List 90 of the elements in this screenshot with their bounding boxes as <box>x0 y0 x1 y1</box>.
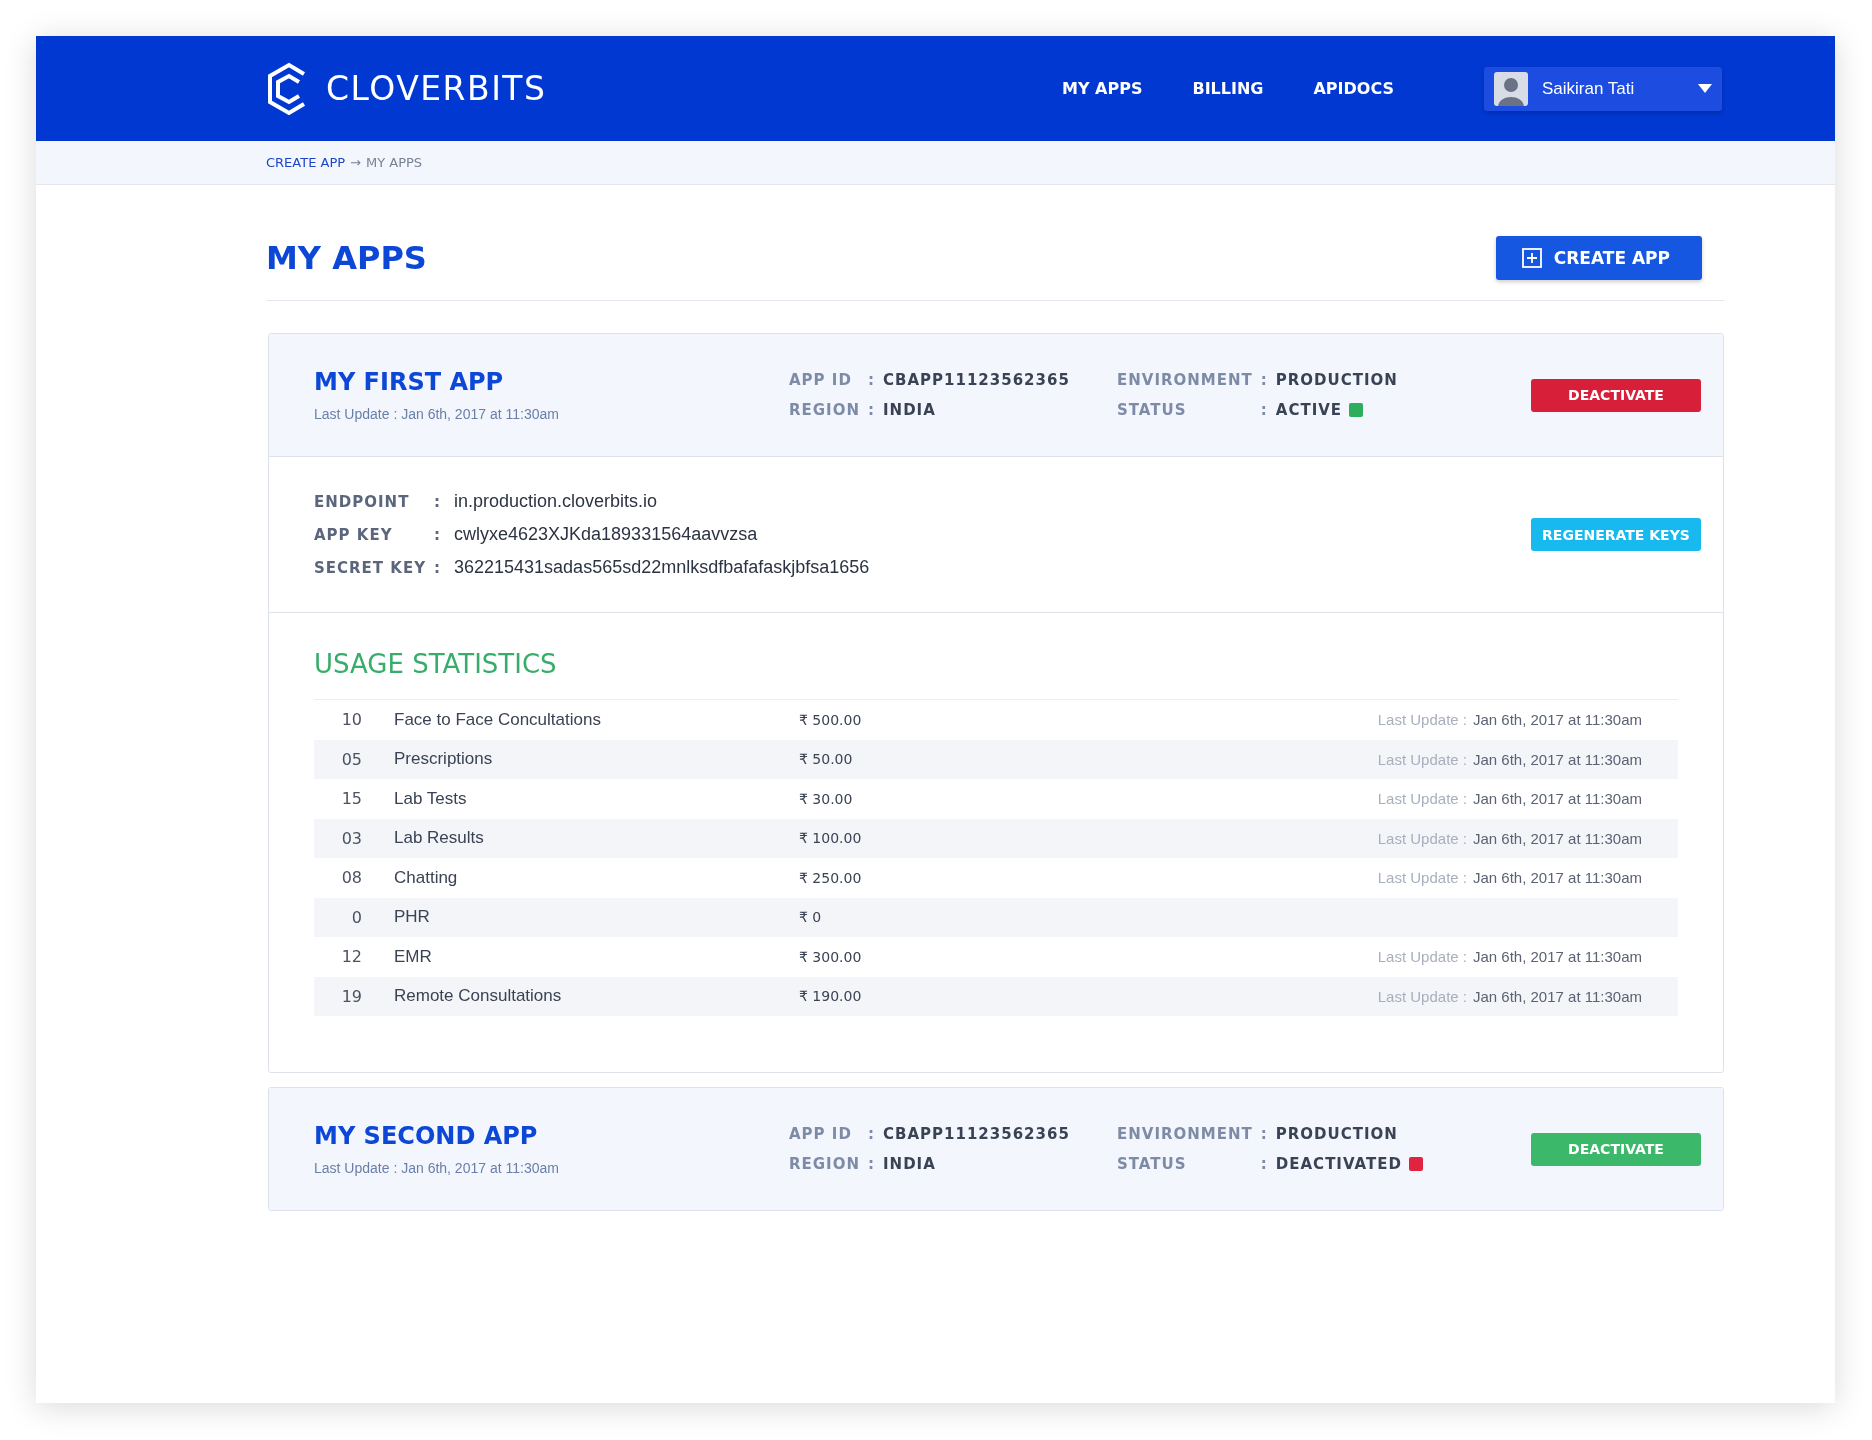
update-date: Jan 6th, 2017 at 11:30am <box>1473 750 1642 768</box>
usage-name: Lab Results <box>394 828 485 849</box>
meta-separator: : <box>1260 1155 1268 1173</box>
usage-name: EMR <box>394 946 433 967</box>
last-update-text: Last Update : Jan 6th, 2017 at 11:30am <box>314 1160 560 1176</box>
plus-icon <box>1521 247 1542 268</box>
user-dropdown[interactable]: Saikiran Tati <box>1484 66 1722 111</box>
usage-count: 0 <box>350 907 362 927</box>
update-label: Last Update : <box>1377 948 1467 966</box>
breadcrumb-link[interactable]: CREATE APP <box>266 155 346 170</box>
breadcrumb-text: → <box>350 155 361 170</box>
usage-count: 08 <box>340 868 362 888</box>
update-label: Last Update : <box>1377 869 1467 887</box>
usage-count: 03 <box>340 828 362 848</box>
meta-separator: : <box>868 1155 875 1173</box>
usage-amount: ₹ 250.00 <box>799 869 863 886</box>
usage-count: 15 <box>340 789 362 809</box>
update-date: Jan 6th, 2017 at 11:30am <box>1473 829 1642 847</box>
usage-name: PHR <box>394 907 431 928</box>
key-separator: : <box>434 492 442 511</box>
meta-separator: : <box>1260 371 1268 389</box>
nav-link[interactable]: BILLING <box>1192 79 1264 98</box>
meta-value: CBAPP11123562365 <box>883 1125 1070 1143</box>
meta-label: APP ID <box>789 371 853 389</box>
update-label: Last Update : <box>1377 829 1467 847</box>
update-date: Jan 6th, 2017 at 11:30am <box>1473 790 1642 808</box>
update-date: Jan 6th, 2017 at 11:30am <box>1473 869 1642 887</box>
usage-count: 10 <box>340 710 362 730</box>
meta-label: STATUS <box>1117 401 1188 419</box>
usage-amount: ₹ 30.00 <box>799 790 854 807</box>
key-separator: : <box>434 525 442 544</box>
update-label: Last Update : <box>1377 750 1467 768</box>
meta-value: DEACTIVATED <box>1275 1155 1402 1173</box>
meta-label: REGION <box>789 1155 860 1173</box>
usage-name: Remote Consultations <box>394 986 563 1007</box>
update-date: Jan 6th, 2017 at 11:30am <box>1473 711 1642 729</box>
key-label: APP KEY <box>314 525 394 544</box>
meta-separator: : <box>868 1125 875 1143</box>
create-app-button[interactable]: CREATE APP <box>1495 235 1702 280</box>
usage-amount: ₹ 100.00 <box>799 830 863 847</box>
meta-value: PRODUCTION <box>1275 1125 1398 1143</box>
usage-count: 12 <box>340 947 362 967</box>
usage-count: 05 <box>340 749 362 769</box>
key-value: in.production.cloverbits.io <box>454 491 659 512</box>
usage-amount: ₹ 500.00 <box>799 711 863 728</box>
key-label: SECRET KEY <box>314 558 428 577</box>
key-value: cwlyxe4623XJKda189331564aavvzsa <box>454 524 759 545</box>
usage-amount: ₹ 300.00 <box>799 948 863 965</box>
usage-amount: ₹ 50.00 <box>799 751 854 768</box>
page-title: MY APPS <box>266 238 427 277</box>
caret-icon <box>1698 84 1712 93</box>
meta-separator: : <box>868 401 875 419</box>
meta-label: STATUS <box>1117 1155 1188 1173</box>
meta-separator: : <box>868 371 875 389</box>
nav-link[interactable]: APIDOCS <box>1313 79 1394 98</box>
update-date: Jan 6th, 2017 at 11:30am <box>1473 948 1642 966</box>
usage-amount: ₹ 190.00 <box>799 988 863 1005</box>
meta-value: ACTIVE <box>1275 401 1343 419</box>
breadcrumb-text: MY APPS <box>366 155 423 170</box>
meta-label: ENVIRONMENT <box>1117 371 1253 389</box>
usage-name: Lab Tests <box>394 788 468 809</box>
usage-name: Face to Face Concultations <box>394 709 602 730</box>
avatar-icon <box>1494 71 1528 106</box>
update-label: Last Update : <box>1377 711 1467 729</box>
meta-separator: : <box>1260 1125 1268 1143</box>
usage-name: Prescriptions <box>394 749 494 770</box>
usage-title: USAGE STATISTICS <box>314 649 558 679</box>
update-label: Last Update : <box>1377 987 1467 1005</box>
usage-amount: ₹ 0 <box>799 909 823 926</box>
app-name: MY FIRST APP <box>314 368 505 396</box>
nav-link[interactable]: MY APPS <box>1062 79 1143 98</box>
update-label: Last Update : <box>1377 790 1467 808</box>
meta-value: INDIA <box>883 1155 937 1173</box>
meta-value: CBAPP11123562365 <box>883 371 1070 389</box>
meta-label: REGION <box>789 401 860 419</box>
meta-value: PRODUCTION <box>1275 371 1398 389</box>
deactivate-button[interactable]: DEACTIVATE <box>1531 378 1701 412</box>
update-date: Jan 6th, 2017 at 11:30am <box>1473 987 1642 1005</box>
key-value: 362215431sadas565sd22mnlksdfbafafaskjbfsa1656 <box>454 557 870 578</box>
last-update-text: Last Update : Jan 6th, 2017 at 11:30am <box>314 406 560 422</box>
app-name: MY SECOND APP <box>314 1122 539 1150</box>
brand-name: CLOVERBITS <box>326 69 547 108</box>
meta-value: INDIA <box>883 401 937 419</box>
usage-name: Chatting <box>394 867 459 888</box>
usage-count: 19 <box>340 986 362 1006</box>
meta-separator: : <box>1260 401 1268 419</box>
key-label: ENDPOINT <box>314 492 411 511</box>
meta-label: APP ID <box>789 1125 853 1143</box>
key-separator: : <box>434 558 442 577</box>
meta-label: ENVIRONMENT <box>1117 1125 1253 1143</box>
